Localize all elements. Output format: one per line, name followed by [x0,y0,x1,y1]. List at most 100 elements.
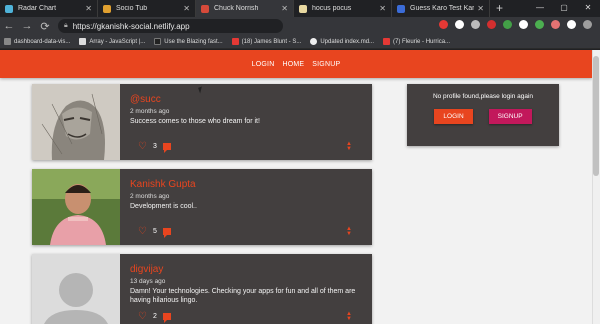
bookmark-label: dashboard-data-vis... [14,38,71,45]
extension-icon[interactable] [519,20,528,29]
heart-icon[interactable]: ♡ [138,311,147,322]
forward-arrow-icon[interactable]: → [18,20,36,32]
extension-icons [432,20,592,29]
bookmarks-bar: dashboard-data-vis... Array - JavaScript… [0,35,600,49]
login-button[interactable]: LOGIN [434,109,473,124]
nav-login-link[interactable]: LOGIN [252,61,275,68]
close-tab-icon[interactable]: ✕ [281,4,288,13]
extension-icon[interactable] [567,20,576,29]
post-author[interactable]: Kanishk Gupta [130,179,362,190]
bookmark-label: (7) Fleurie - Hurrica... [393,38,451,45]
post-text: Development is cool.. [130,203,197,210]
post-actions: ♡ 3 [138,141,171,153]
close-window-button[interactable]: ✕ [576,0,600,17]
bookmark-favicon-icon [4,38,11,45]
tab-chuck-norrish[interactable]: Chuck Norrish ✕ [196,0,294,17]
extension-icon[interactable] [439,20,448,29]
expand-icon[interactable]: ▲ ▼ [346,141,352,152]
like-count: 3 [152,143,157,150]
extension-icon[interactable] [551,20,560,29]
tab-label: Chuck Norrish [214,5,259,12]
tab-radar-chart[interactable]: Radar Chart ✕ [0,0,98,17]
post-time: 2 months ago [130,193,170,200]
comment-icon[interactable] [162,143,171,153]
post-avatar [32,169,120,245]
nav-home-link[interactable]: HOME [282,61,304,68]
url-text: https://gkanishk-social.netlify.app [72,21,190,31]
page-viewport: LOGIN HOME SIGNUP @succ 2 months ago Suc… [0,50,592,324]
bookmark-label: Use the Blazing fast... [164,38,223,45]
like-count: 2 [152,313,157,320]
extension-icon[interactable] [455,20,464,29]
bookmark-label: Array - JavaScript |... [89,38,146,45]
bookmark-item[interactable]: Array - JavaScript |... [79,38,145,45]
window-controls: — ▢ ✕ [528,0,600,17]
post-author[interactable]: @succ [130,94,362,105]
comment-icon[interactable] [162,228,171,238]
github-icon [310,38,318,45]
post-time: 13 days ago [130,278,166,285]
post-avatar [32,254,120,324]
signup-button[interactable]: SIGNUP [488,109,532,124]
chuck-favicon-icon [201,4,209,13]
youtube-icon [383,38,391,45]
youtube-icon [231,38,239,45]
like-count: 5 [152,228,157,235]
extension-icon[interactable] [471,20,480,29]
bookmark-item[interactable]: dashboard-data-vis... [4,38,70,45]
guess-favicon-icon [397,4,405,13]
post-text: Damn! Your technologies. Checking your a… [130,288,356,304]
tab-hocus-pocus[interactable]: hocus pocus ✕ [294,0,392,17]
bookmark-label: (18) James Blunt - S... [241,38,302,45]
address-bar[interactable]: 🔒︎ https://gkanishk-social.netlify.app [58,19,283,33]
back-arrow-icon[interactable]: ← [0,20,18,32]
reload-icon[interactable]: ⟳ [36,20,54,33]
site-navbar: LOGIN HOME SIGNUP [0,50,592,78]
scrollbar-thumb[interactable] [593,56,599,176]
nav-signup-link[interactable]: SIGNUP [312,61,340,68]
tab-label: Guess Karo Test Karo [410,5,475,12]
bookmark-favicon-icon [154,38,162,45]
bookmark-item[interactable]: (18) James Blunt - S... [231,38,302,45]
post-body: digvijay 13 days ago Damn! Your technolo… [130,264,362,305]
post-actions: ♡ 5 [138,226,171,238]
close-tab-icon[interactable]: ✕ [379,4,386,13]
extension-icon[interactable] [487,20,496,29]
browser-toolbar: ← → ⟳ 🔒︎ https://gkanishk-social.netlify… [0,17,600,35]
tab-socio-tub[interactable]: Socio Tub ✕ [98,0,196,17]
tab-guess-karo[interactable]: Guess Karo Test Karo ✕ [392,0,490,17]
extension-icon[interactable] [503,20,512,29]
profile-card: No profile found,please login again LOGI… [407,84,559,146]
post-card: Kanishk Gupta 2 months ago Development i… [32,169,372,245]
heart-icon[interactable]: ♡ [138,141,147,152]
post-card: @succ 2 months ago Success comes to thos… [32,84,372,160]
post-author[interactable]: digvijay [130,264,362,275]
bookmark-item[interactable]: (7) Fleurie - Hurrica... [383,38,450,45]
maximize-button[interactable]: ▢ [552,0,576,17]
bookmark-label: Updated index.md... [320,38,375,45]
post-body: @succ 2 months ago Success comes to thos… [130,94,362,126]
new-tab-button[interactable]: + [490,0,509,17]
expand-icon[interactable]: ▲ ▼ [346,311,352,322]
post-card: digvijay 13 days ago Damn! Your technolo… [32,254,372,324]
minimize-button[interactable]: — [528,0,552,17]
post-body: Kanishk Gupta 2 months ago Development i… [130,179,362,211]
post-actions: ♡ 2 [138,311,171,323]
tab-label: Radar Chart [18,5,57,12]
post-time: 2 months ago [130,108,170,115]
socio-favicon-icon [103,4,111,13]
profile-avatar-icon[interactable] [583,20,592,29]
bookmark-item[interactable]: Updated index.md... [310,38,374,45]
extension-icon[interactable] [535,20,544,29]
close-tab-icon[interactable]: ✕ [183,4,190,13]
tab-label: Socio Tub [116,5,148,12]
browser-tab-bar: Radar Chart ✕ Socio Tub ✕ Chuck Norrish … [0,0,600,17]
expand-icon[interactable]: ▲ ▼ [346,226,352,237]
bookmark-item[interactable]: Use the Blazing fast... [154,38,223,45]
close-tab-icon[interactable]: ✕ [477,4,484,13]
lock-icon: 🔒︎ [64,22,68,29]
close-tab-icon[interactable]: ✕ [85,4,92,13]
comment-icon[interactable] [162,313,171,323]
heart-icon[interactable]: ♡ [138,226,147,237]
profile-buttons: LOGIN SIGNUP [407,109,559,124]
